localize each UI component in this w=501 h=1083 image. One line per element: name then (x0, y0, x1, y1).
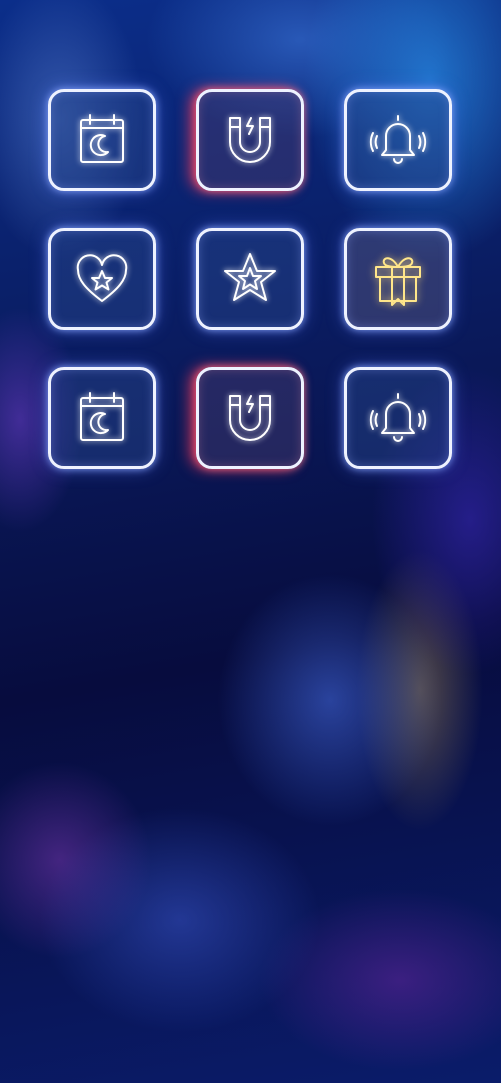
bell-ringing-icon (368, 110, 428, 170)
app-tile-heart[interactable] (48, 228, 156, 330)
app-tile-magnet[interactable] (196, 367, 304, 469)
app-tile-bell[interactable] (344, 367, 452, 469)
app-tile-gift[interactable] (344, 228, 452, 330)
app-tile-star[interactable] (196, 228, 304, 330)
gift-icon (368, 249, 428, 309)
app-tile-magnet[interactable] (196, 89, 304, 191)
heart-star-icon (72, 249, 132, 309)
magnet-icon (220, 110, 280, 170)
app-tile-calendar[interactable] (48, 89, 156, 191)
app-icon-grid (48, 89, 454, 471)
star-icon (220, 249, 280, 309)
calendar-moon-icon (72, 110, 132, 170)
calendar-moon-icon (72, 388, 132, 448)
app-tile-bell[interactable] (344, 89, 452, 191)
bell-ringing-icon (368, 388, 428, 448)
app-tile-calendar[interactable] (48, 367, 156, 469)
magnet-icon (220, 388, 280, 448)
